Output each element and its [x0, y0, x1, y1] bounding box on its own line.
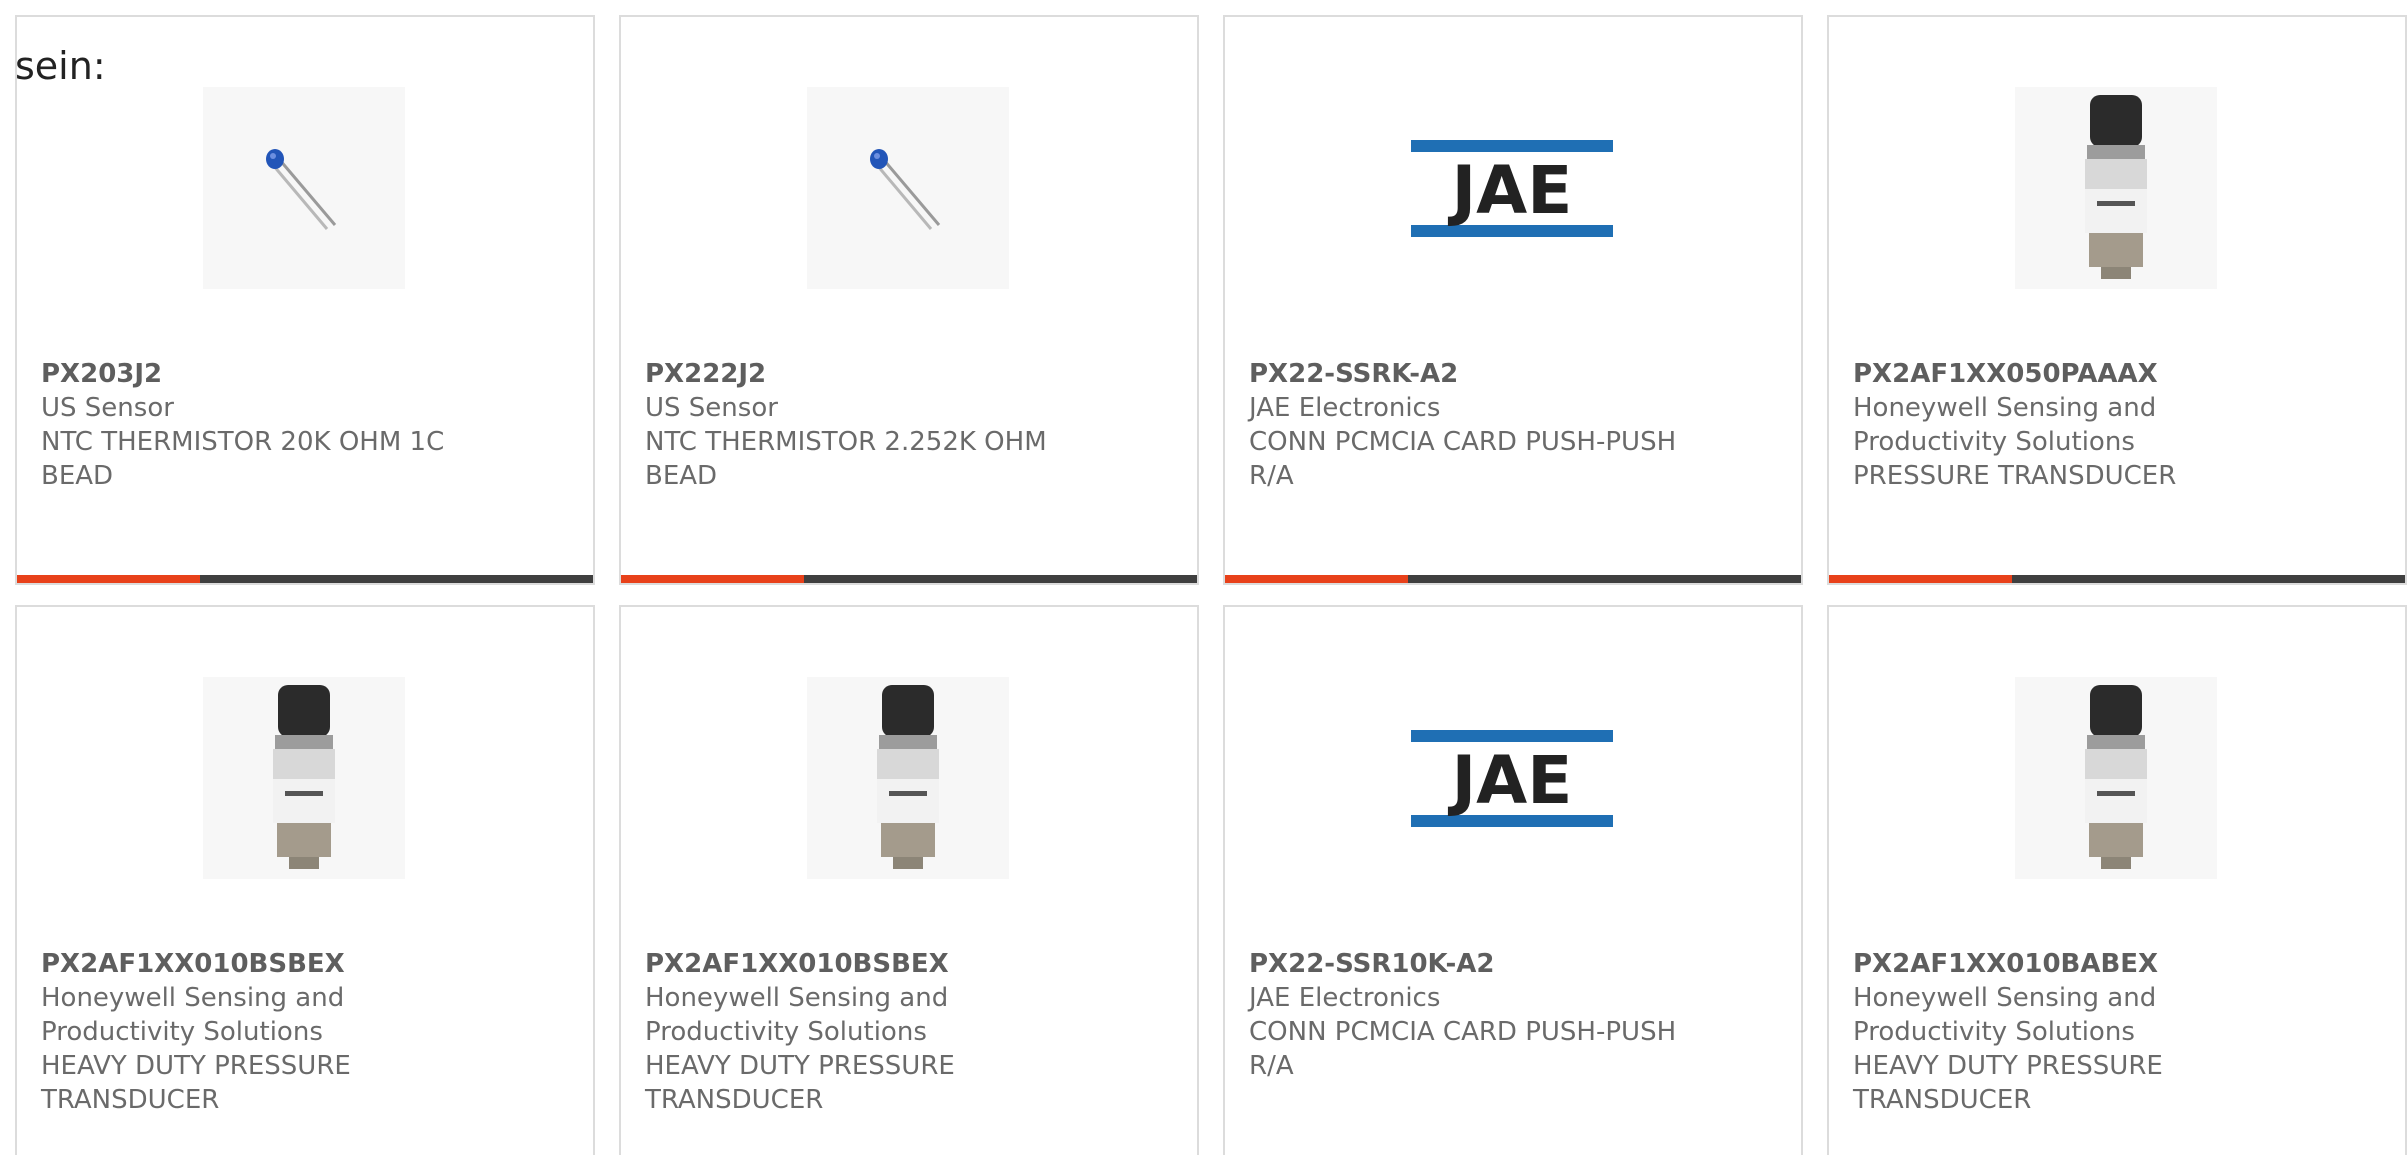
- svg-text:JAE: JAE: [1448, 152, 1573, 229]
- pressure-transducer-icon: [877, 685, 939, 869]
- description-line: BEAD: [41, 461, 114, 491]
- card-bottom-bar: [17, 575, 593, 583]
- product-info: PX203J2 US Sensor NTC THERMISTOR 20K OHM…: [41, 357, 481, 493]
- part-number[interactable]: PX2AF1XX010BSBEX: [41, 947, 481, 981]
- description-line: Productivity Solutions: [1853, 427, 2135, 457]
- description-line: HEAVY DUTY PRESSURE: [1853, 1051, 2163, 1081]
- description-line: Productivity Solutions: [645, 1017, 927, 1047]
- manufacturer: US Sensor: [645, 393, 778, 423]
- product-info: PX2AF1XX050PAAAX Honeywell Sensing and P…: [1853, 357, 2293, 493]
- part-number[interactable]: PX2AF1XX010BABEX: [1853, 947, 2293, 981]
- manufacturer: JAE Electronics: [1249, 983, 1441, 1013]
- description-line: TRANSDUCER: [645, 1085, 824, 1115]
- card-bottom-bar: [1829, 575, 2405, 583]
- description-line: TRANSDUCER: [41, 1085, 220, 1115]
- product-image[interactable]: JAE: [1411, 87, 1613, 289]
- description-line: Productivity Solutions: [41, 1017, 323, 1047]
- product-info: PX2AF1XX010BABEX Honeywell Sensing and P…: [1853, 947, 2293, 1117]
- pressure-transducer-icon: [2085, 685, 2147, 869]
- part-number[interactable]: PX203J2: [41, 357, 481, 391]
- product-card[interactable]: PX203J2 US Sensor NTC THERMISTOR 20K OHM…: [15, 15, 595, 585]
- pressure-transducer-icon: [273, 685, 335, 869]
- description-line: NTC THERMISTOR 20K OHM 1C: [41, 427, 445, 457]
- part-number[interactable]: PX2AF1XX010BSBEX: [645, 947, 1085, 981]
- manufacturer: Honeywell Sensing and: [1853, 393, 2157, 423]
- thermistor-icon: [266, 149, 337, 230]
- description-line: CONN PCMCIA CARD PUSH-PUSH: [1249, 1017, 1677, 1047]
- svg-text:JAE: JAE: [1448, 742, 1573, 819]
- manufacturer: JAE Electronics: [1249, 393, 1441, 423]
- product-image[interactable]: [807, 677, 1009, 879]
- jae-logo: JAE: [1411, 730, 1613, 827]
- description-line: R/A: [1249, 1051, 1294, 1081]
- product-card[interactable]: JAE PX22-SSR10K-A2 JAE Electronics CONN …: [1223, 605, 1803, 1155]
- product-info: PX22-SSRK-A2 JAE Electronics CONN PCMCIA…: [1249, 357, 1689, 493]
- product-info: PX2AF1XX010BSBEX Honeywell Sensing and P…: [41, 947, 481, 1117]
- product-results-page: PX203J2 US Sensor NTC THERMISTOR 20K OHM…: [0, 0, 2408, 1155]
- product-image[interactable]: [203, 677, 405, 879]
- manufacturer: Honeywell Sensing and: [1853, 983, 2157, 1013]
- description-line: TRANSDUCER: [1853, 1085, 2032, 1115]
- card-bottom-bar: [1225, 575, 1801, 583]
- product-info: PX22-SSR10K-A2 JAE Electronics CONN PCMC…: [1249, 947, 1689, 1083]
- part-number[interactable]: PX22-SSR10K-A2: [1249, 947, 1689, 981]
- manufacturer: US Sensor: [41, 393, 174, 423]
- product-image[interactable]: [2015, 87, 2217, 289]
- pressure-transducer-icon: [2085, 95, 2147, 279]
- card-bottom-bar: [621, 575, 1197, 583]
- product-image[interactable]: JAE: [1411, 677, 1613, 879]
- description-line: PRESSURE TRANSDUCER: [1853, 461, 2177, 491]
- product-card[interactable]: PX222J2 US Sensor NTC THERMISTOR 2.252K …: [619, 15, 1199, 585]
- part-number[interactable]: PX2AF1XX050PAAAX: [1853, 357, 2293, 391]
- manufacturer: Honeywell Sensing and: [41, 983, 345, 1013]
- description-line: R/A: [1249, 461, 1294, 491]
- product-info: PX222J2 US Sensor NTC THERMISTOR 2.252K …: [645, 357, 1085, 493]
- product-image[interactable]: [2015, 677, 2217, 879]
- part-number[interactable]: PX22-SSRK-A2: [1249, 357, 1689, 391]
- description-line: CONN PCMCIA CARD PUSH-PUSH: [1249, 427, 1677, 457]
- product-grid: PX203J2 US Sensor NTC THERMISTOR 20K OHM…: [15, 15, 2407, 1155]
- product-card[interactable]: PX2AF1XX010BSBEX Honeywell Sensing and P…: [15, 605, 595, 1155]
- part-number[interactable]: PX222J2: [645, 357, 1085, 391]
- manufacturer: Honeywell Sensing and: [645, 983, 949, 1013]
- product-image[interactable]: [203, 87, 405, 289]
- product-card[interactable]: PX2AF1XX010BSBEX Honeywell Sensing and P…: [619, 605, 1199, 1155]
- thermistor-icon: [870, 149, 941, 230]
- product-image[interactable]: [807, 87, 1009, 289]
- jae-logo: JAE: [1411, 140, 1613, 237]
- description-line: HEAVY DUTY PRESSURE: [41, 1051, 351, 1081]
- description-line: NTC THERMISTOR 2.252K OHM: [645, 427, 1047, 457]
- description-line: Productivity Solutions: [1853, 1017, 2135, 1047]
- product-info: PX2AF1XX010BSBEX Honeywell Sensing and P…: [645, 947, 1085, 1117]
- description-line: BEAD: [645, 461, 718, 491]
- product-card[interactable]: PX2AF1XX050PAAAX Honeywell Sensing and P…: [1827, 15, 2407, 585]
- product-card[interactable]: PX2AF1XX010BABEX Honeywell Sensing and P…: [1827, 605, 2407, 1155]
- header-text-fragment: sein:: [15, 44, 106, 88]
- description-line: HEAVY DUTY PRESSURE: [645, 1051, 955, 1081]
- product-card[interactable]: JAE PX22-SSRK-A2 JAE Electronics CONN PC…: [1223, 15, 1803, 585]
